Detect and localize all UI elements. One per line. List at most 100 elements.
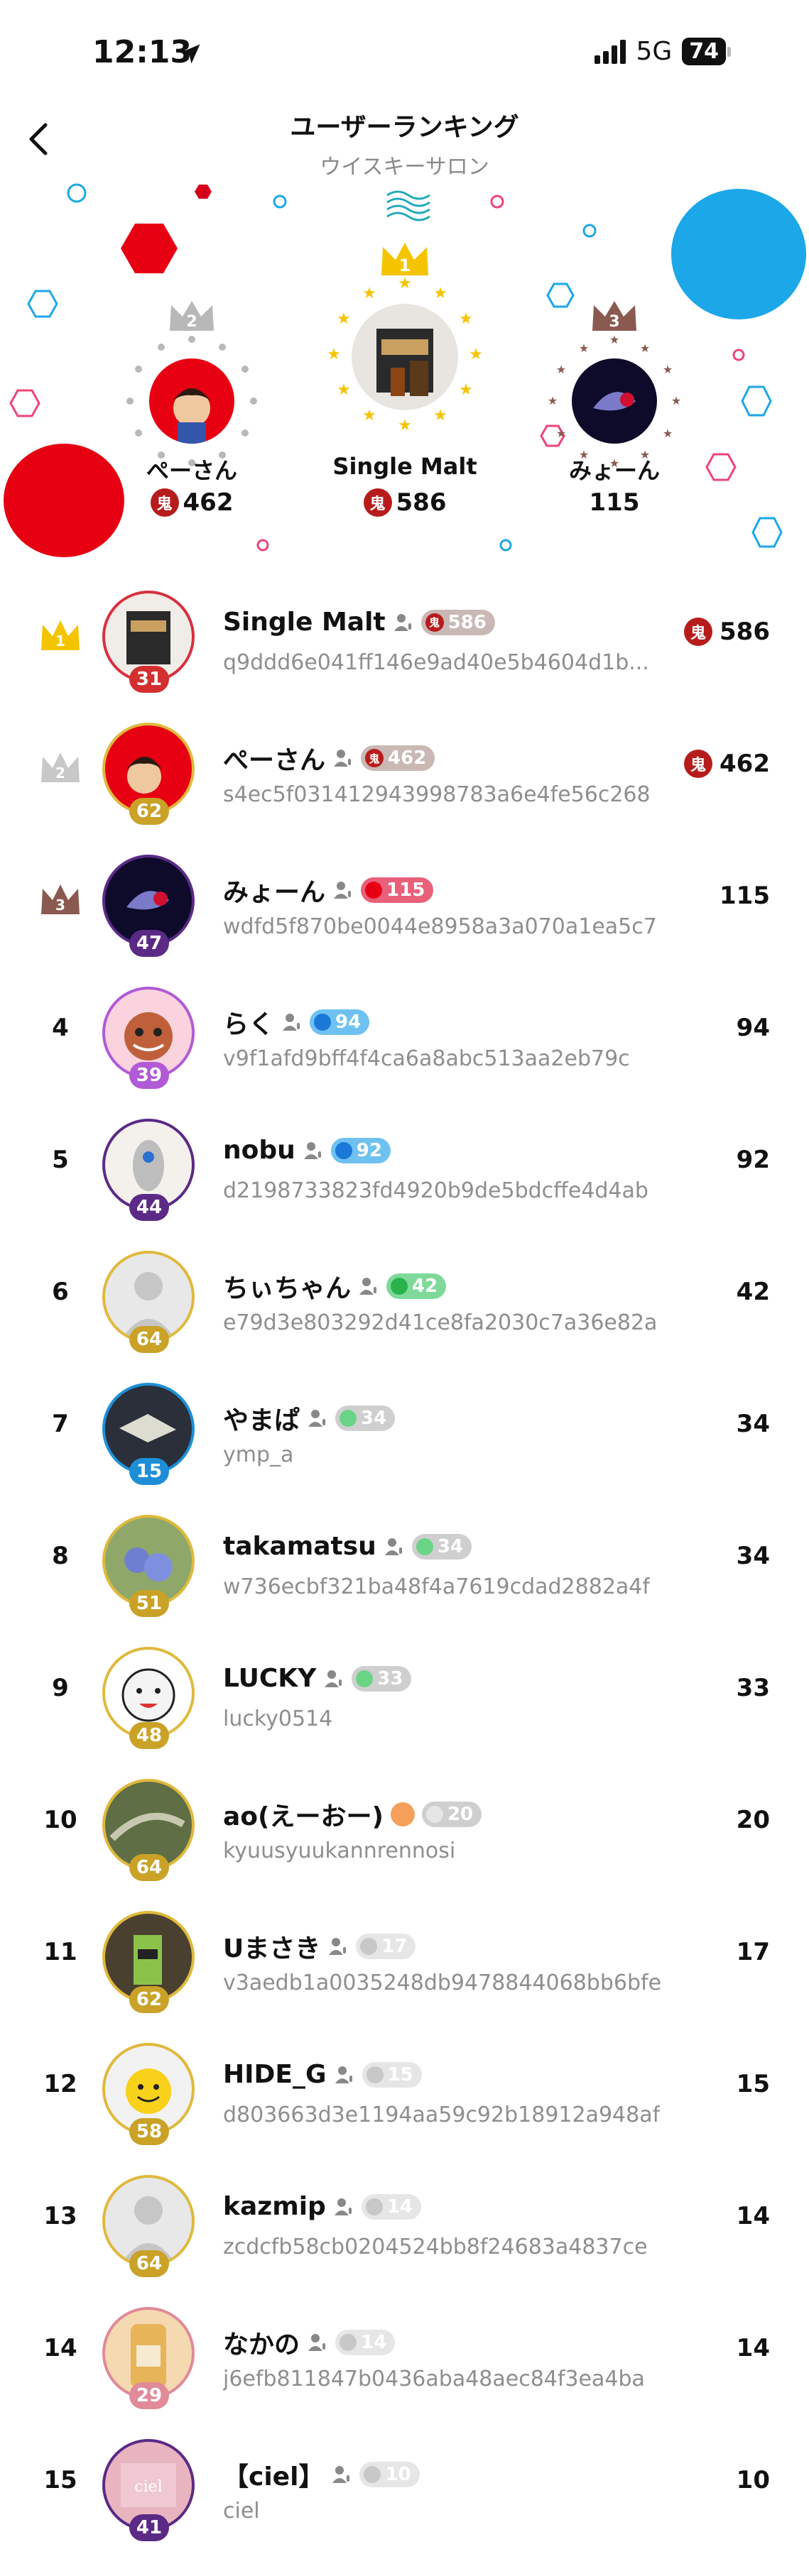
user-name: kazmip xyxy=(223,2192,326,2221)
circle-outline-blue xyxy=(67,183,87,203)
name-line: kazmip 14 xyxy=(223,2192,421,2221)
points-value: 14 xyxy=(386,2196,413,2218)
rank-number: 4 xyxy=(52,1014,69,1042)
user-name: takamatsu xyxy=(223,1532,376,1561)
ranking-row[interactable]: 8 51 takamatsu 34 w736ecbf321ba48f4a7619… xyxy=(0,1501,809,1633)
user-mic-icon xyxy=(384,1538,402,1555)
level-badge: 47 xyxy=(129,930,169,957)
podium-first-avatar xyxy=(352,304,458,410)
svg-text:★: ★ xyxy=(362,285,376,302)
user-id: ciel xyxy=(223,2499,260,2523)
oni-badge-icon: 鬼 xyxy=(365,749,384,767)
rank-number: 11 xyxy=(43,1938,77,1966)
avatar: 29 xyxy=(102,2307,199,2413)
podium-first-score-value: 586 xyxy=(396,488,447,517)
points-value: 17 xyxy=(381,1936,408,1957)
podium-second-score: 鬼 462 xyxy=(85,488,298,517)
user-id: j6efb811847b0436aba48aec84f3ea4ba xyxy=(223,2367,645,2391)
podium-second-name: ぺーさん xyxy=(146,457,237,484)
ranking-row[interactable]: 9 48 LUCKY 33 lucky0514 33 xyxy=(0,1633,809,1765)
user-name: らく xyxy=(223,1010,275,1039)
user-id: q9ddd6e041ff146e9ad40e5b4604d1b... xyxy=(223,650,649,675)
podium-third[interactable]: 3 ★ ★ ★ ★ ★ ★ ★ ★ ★ ★ ★ ★ みょーん 115 xyxy=(508,298,721,532)
level-badge: 51 xyxy=(129,1590,169,1617)
user-name: 【ciel】 xyxy=(223,2462,325,2492)
circle-outline-red xyxy=(490,194,504,209)
score: 14 xyxy=(737,2334,770,2362)
user-name: HIDE_G xyxy=(223,2060,327,2089)
user-id: e79d3e803292d41ce8fa2030c7a36e82a xyxy=(223,1310,658,1335)
user-mic-icon xyxy=(334,882,352,899)
score-value: 34 xyxy=(736,1410,770,1438)
ranking-row[interactable]: 6 64 ちぃちゃん 42 e79d3e803292d41ce8fa2030c7… xyxy=(0,1237,809,1369)
silver-crown-icon: 2 xyxy=(170,301,214,331)
ranking-row[interactable]: 5 44 nobu 92 d2198733823fd4920b9de5bdcff… xyxy=(0,1105,809,1237)
score: 10 xyxy=(737,2466,770,2494)
ranking-row[interactable]: 14 29 なかの 14 j6efb811847b0436aba48aec84f… xyxy=(0,2293,809,2425)
status-dot-icon xyxy=(356,1670,374,1687)
svg-text:★: ★ xyxy=(433,285,447,302)
ranking-row[interactable]: 1 31 Single Malt 鬼 586 q9ddd6e041ff146e9… xyxy=(0,576,809,708)
name-line: 【ciel】 10 xyxy=(223,2456,420,2493)
points-pill: 15 xyxy=(362,2061,422,2088)
avatar: 15 xyxy=(102,1383,199,1489)
ranking-row[interactable]: 3 47 みょーん 115 wdfd5f870be0044e8958a3a070… xyxy=(0,840,809,972)
circle-outline-red-2 xyxy=(732,349,745,361)
level-badge: 64 xyxy=(129,2250,169,2277)
rank-number: 9 xyxy=(52,1674,69,1702)
svg-text:★: ★ xyxy=(579,341,589,355)
avatar: 64 xyxy=(102,1779,199,1885)
podium-second[interactable]: 2 ぺーさん 鬼 462 xyxy=(85,298,298,532)
svg-text:★: ★ xyxy=(548,394,558,407)
points-value: 34 xyxy=(437,1535,463,1557)
circle-outline-blue-2 xyxy=(273,194,287,209)
page-title: ユーザーランキング xyxy=(290,113,519,142)
status-dot-icon xyxy=(314,1014,332,1031)
score: 34 xyxy=(737,1542,770,1570)
oni-badge-icon: 鬼 xyxy=(425,613,444,632)
points-pill: 10 xyxy=(359,2462,420,2487)
ranking-row[interactable]: 7 15 やまぱ 34 ymp_a 34 xyxy=(0,1369,809,1501)
ranking-row[interactable]: 10 64 ao(えーおー) 20 kyuusyuukannrennosi 20 xyxy=(0,1765,809,1897)
ranking-row[interactable]: 4 39 らく 94 v9f1afd9bff4f4ca6a8abc513aa2e… xyxy=(0,972,809,1105)
avatar: 58 xyxy=(102,2043,199,2149)
svg-text:★: ★ xyxy=(337,310,351,328)
silver-crown-icon: 2 xyxy=(41,752,80,782)
podium-second-avatar xyxy=(149,358,234,444)
user-mic-icon xyxy=(308,2334,326,2351)
points-value: 10 xyxy=(385,2464,411,2485)
svg-text:★: ★ xyxy=(433,407,447,424)
score-value: 34 xyxy=(736,1542,770,1570)
score: 鬼 462 xyxy=(684,750,770,778)
name-line: ぺーさん 鬼 462 xyxy=(223,740,435,777)
score: 鬼 586 xyxy=(684,618,770,646)
user-mic-icon xyxy=(334,2198,352,2215)
score: 94 xyxy=(737,1014,770,1042)
points-value: 462 xyxy=(388,747,427,769)
score: 34 xyxy=(737,1410,770,1438)
ranking-row[interactable]: 2 62 ぺーさん 鬼 462 s4ec5f031412943998783a6e… xyxy=(0,708,809,840)
score: 15 xyxy=(737,2070,770,2098)
rank-number: 6 xyxy=(52,1278,69,1306)
ranking-row[interactable]: 12 58 HIDE_G 15 d803663d3e1194aa59c92b18… xyxy=(0,2029,809,2161)
rank-number: 13 xyxy=(43,2202,77,2230)
ranking-row[interactable]: 15 ciel 41 【ciel】 10 ciel 10 xyxy=(0,2425,809,2557)
avatar: 64 xyxy=(102,2175,199,2281)
hex-outline-blue-3 xyxy=(741,385,772,417)
status-dot-icon xyxy=(365,2198,383,2215)
rank-number: 2 xyxy=(55,764,65,782)
score-value: 462 xyxy=(720,750,770,778)
user-mic-icon xyxy=(303,1141,321,1159)
ranking-row[interactable]: 13 64 kazmip 14 zcdcfb58cb0204524bb8f246… xyxy=(0,2161,809,2293)
user-name: nobu xyxy=(223,1136,295,1165)
points-value: 42 xyxy=(412,1276,438,1297)
svg-text:★: ★ xyxy=(663,427,673,440)
podium-first[interactable]: 1 ★ ★ ★ ★ ★ ★ ★ ★ ★ ★ ★ ★ Single Malt 鬼 586 xyxy=(298,240,511,532)
ranking-row[interactable]: 11 62 Uまさき 17 v3aedb1a0035248db947884406… xyxy=(0,1897,809,2029)
rank-number: 1 xyxy=(55,632,65,650)
user-name: Single Malt xyxy=(223,608,386,637)
podium-first-score: 鬼 586 xyxy=(298,488,511,517)
name-line: なかの 14 xyxy=(223,2324,396,2361)
status-dot-icon xyxy=(340,1410,357,1427)
battery-level: 74 xyxy=(682,38,726,65)
